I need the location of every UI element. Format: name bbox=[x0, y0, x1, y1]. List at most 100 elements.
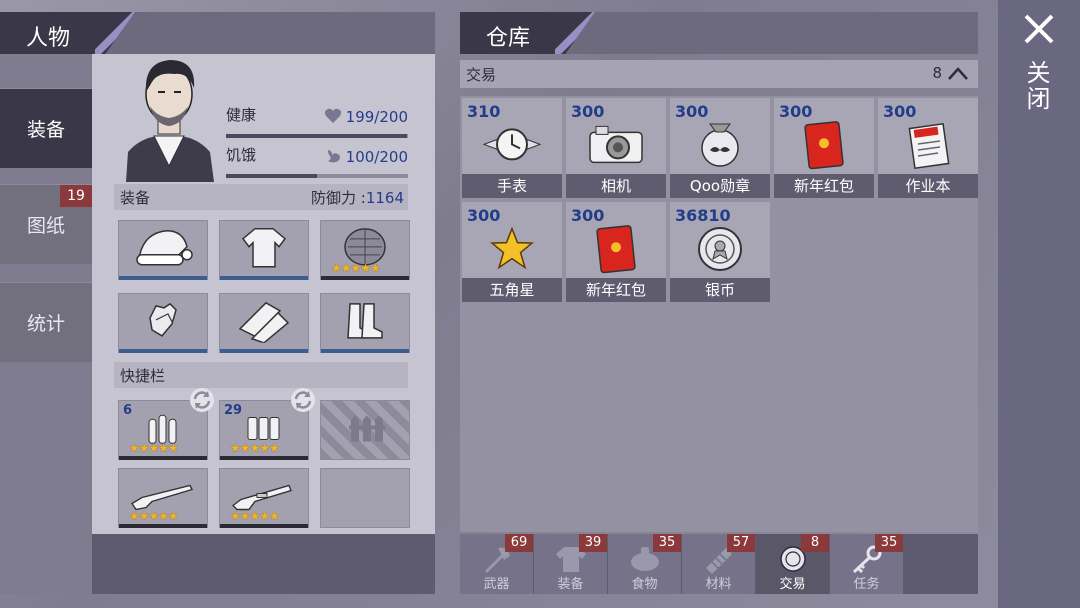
category-count-badge: 35 bbox=[653, 534, 681, 552]
slot-underline bbox=[119, 349, 207, 353]
swap-icon[interactable] bbox=[289, 386, 317, 414]
item-name: 五角星 bbox=[462, 278, 562, 302]
item-value: 300 bbox=[571, 102, 605, 121]
item-card[interactable]: 300 新年红包 bbox=[774, 98, 874, 198]
tab-blueprints[interactable]: 图纸 19 bbox=[0, 184, 92, 264]
quick-slot-5[interactable]: ★★★★★ bbox=[219, 468, 309, 528]
santa-hat-icon bbox=[136, 229, 193, 266]
character-footer bbox=[92, 534, 435, 594]
trade-section-count: 8 bbox=[932, 64, 942, 82]
slot-underline bbox=[220, 276, 308, 280]
quick-slot-empty[interactable] bbox=[320, 468, 410, 528]
slot-underline bbox=[220, 456, 308, 460]
item-name: 新年红包 bbox=[566, 278, 666, 302]
item-card[interactable]: 300 Qoo勋章 bbox=[670, 98, 770, 198]
slot-stars: ★★★★★ bbox=[230, 441, 280, 455]
hunger-label: 饥饿 bbox=[226, 146, 257, 164]
item-card[interactable]: 300 相机 bbox=[566, 98, 666, 198]
item-card[interactable]: 310 手表 bbox=[462, 98, 562, 198]
notebook-icon bbox=[908, 122, 950, 170]
category-count-badge: 8 bbox=[801, 534, 829, 552]
slot-underline bbox=[220, 349, 308, 353]
tab-equipment[interactable]: 装备 bbox=[0, 88, 92, 168]
gear-slot-hands[interactable] bbox=[118, 293, 208, 353]
defense-label: 防御力 : bbox=[310, 189, 366, 207]
swap-icon[interactable] bbox=[188, 386, 216, 414]
category-tab-weapons[interactable]: 69 武器 bbox=[460, 534, 534, 594]
item-card[interactable]: 36810 银币 bbox=[670, 202, 770, 302]
fence-icon bbox=[349, 415, 385, 442]
trade-section-bar[interactable]: 交易 8 bbox=[460, 60, 978, 88]
tab-blueprints-label: 图纸 bbox=[26, 215, 65, 237]
item-name: 相机 bbox=[566, 174, 666, 198]
category-count-badge: 35 bbox=[875, 534, 903, 552]
close-icon[interactable] bbox=[1022, 12, 1056, 46]
boots-icon bbox=[347, 303, 383, 339]
slot-underline bbox=[119, 456, 207, 460]
quickbar-label: 快捷栏 bbox=[120, 367, 166, 385]
chevron-up-icon[interactable] bbox=[946, 62, 970, 84]
character-title: 人物 bbox=[26, 26, 71, 51]
warehouse-header: 仓库 bbox=[460, 12, 978, 54]
gear-slot-feet[interactable] bbox=[320, 293, 410, 353]
quick-slot-locked bbox=[320, 400, 410, 460]
defense-value: 1164 bbox=[365, 189, 404, 207]
item-name: 作业本 bbox=[878, 174, 978, 198]
warehouse-title: 仓库 bbox=[486, 26, 531, 51]
close-button[interactable]: 关闭 bbox=[1022, 60, 1054, 112]
stomach-icon bbox=[328, 150, 340, 163]
tab-statistics[interactable]: 统计 bbox=[0, 282, 92, 362]
equipment-section-bar: 装备 防御力 :1164 bbox=[114, 184, 408, 210]
red-envelope-icon bbox=[804, 121, 844, 170]
category-label: 武器 bbox=[483, 577, 510, 592]
slot-stars: ★★★★★ bbox=[331, 261, 381, 275]
defense-readout: 防御力 :1164 bbox=[311, 187, 404, 208]
gear-slot-legs[interactable] bbox=[219, 293, 309, 353]
quick-slot-4[interactable]: ★★★★★ bbox=[118, 468, 208, 528]
tab-equipment-label: 装备 bbox=[26, 119, 65, 141]
quickbar-section-bar: 快捷栏 bbox=[114, 362, 408, 388]
item-card[interactable]: 300 作业本 bbox=[878, 98, 978, 198]
item-value: 36810 bbox=[675, 206, 731, 225]
category-tab-trade[interactable]: 8 交易 bbox=[756, 534, 830, 594]
item-value: 300 bbox=[883, 102, 917, 121]
health-label: 健康 bbox=[226, 106, 257, 124]
slot-underline bbox=[321, 349, 409, 353]
category-count-badge: 69 bbox=[505, 534, 533, 552]
gear-slot-head[interactable] bbox=[118, 220, 208, 280]
rifle-icon bbox=[231, 484, 292, 511]
sweater-icon bbox=[241, 227, 287, 268]
gear-slot-body[interactable] bbox=[219, 220, 309, 280]
pants-icon bbox=[238, 301, 290, 343]
item-card[interactable]: 300 五角星 bbox=[462, 202, 562, 302]
slot-underline bbox=[119, 524, 207, 528]
equipment-label: 装备 bbox=[120, 189, 151, 207]
slot-stars: ★★★★★ bbox=[129, 509, 179, 523]
category-tab-food[interactable]: 35 食物 bbox=[608, 534, 682, 594]
gear-slot-vest[interactable]: ★★★★★ bbox=[320, 220, 410, 280]
item-card[interactable]: 300 新年红包 bbox=[566, 202, 666, 302]
item-value: 300 bbox=[467, 206, 501, 225]
item-name: 新年红包 bbox=[774, 174, 874, 198]
hunger-stat: 饥饿 100/200 bbox=[226, 144, 408, 178]
category-tab-materials[interactable]: 57 材料 bbox=[682, 534, 756, 594]
category-tab-quests[interactable]: 35 任务 bbox=[830, 534, 904, 594]
slot-underline bbox=[220, 524, 308, 528]
health-bar bbox=[226, 134, 408, 138]
star-icon bbox=[489, 226, 535, 270]
warehouse-category-tabs: 69 武器 39 装备 35 食物 57 材料 8 交易 35 任务 bbox=[460, 534, 978, 594]
watch-icon bbox=[482, 128, 542, 161]
character-header: 人物 bbox=[0, 12, 435, 54]
slot-underline bbox=[119, 276, 207, 280]
category-label: 交易 bbox=[779, 577, 806, 592]
item-value: 300 bbox=[779, 102, 813, 121]
heart-icon bbox=[324, 108, 342, 123]
category-count-badge: 57 bbox=[727, 534, 755, 552]
category-count-badge: 39 bbox=[579, 534, 607, 552]
shells-icon bbox=[247, 417, 280, 440]
item-name: 手表 bbox=[462, 174, 562, 198]
category-label: 食物 bbox=[631, 577, 658, 592]
category-tab-gear[interactable]: 39 装备 bbox=[534, 534, 608, 594]
red-envelope-icon bbox=[596, 225, 636, 274]
item-value: 310 bbox=[467, 102, 501, 121]
